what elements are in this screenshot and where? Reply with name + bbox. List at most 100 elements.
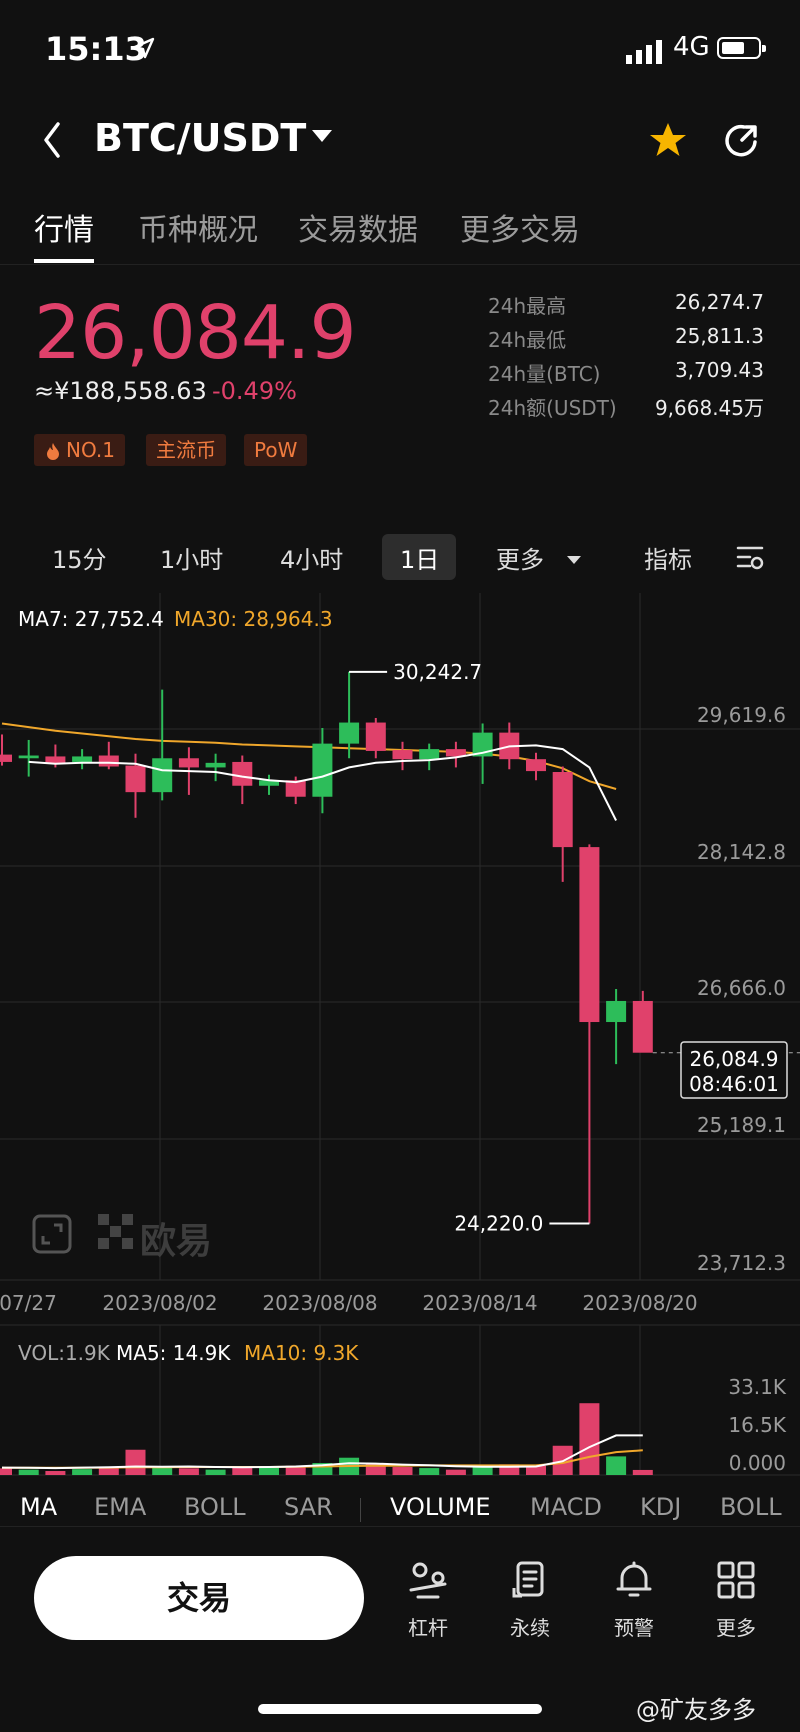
volume-tick-label: 0.000 (729, 1451, 786, 1475)
y-tick-label: 29,619.6 (697, 703, 786, 727)
chart-watermark: 欧易 (140, 1221, 213, 1262)
indicator-boll-sub[interactable]: BOLL (720, 1493, 782, 1521)
divider (0, 264, 800, 265)
indicator-ma[interactable]: MA (20, 1493, 57, 1521)
tab-more-trades[interactable]: 更多交易 (460, 205, 580, 249)
stat-label: 24h量(BTC) (488, 362, 601, 386)
legend-ma30: MA30: 28,964.3 (174, 607, 333, 631)
nav-more[interactable]: 更多 (696, 1560, 776, 1641)
candle-body (232, 761, 253, 786)
indicator-sar[interactable]: SAR (284, 1493, 333, 1521)
price-change: -0.49% (212, 377, 297, 405)
margin-icon (409, 1562, 447, 1599)
volume-bar (152, 1467, 173, 1475)
legend-ma7: MA7: 27,752.4 (18, 607, 164, 631)
stat-value: 9,668.45万 (654, 396, 764, 420)
timeframe-15m[interactable]: 15分 (52, 540, 107, 575)
volume-bar (0, 1468, 12, 1475)
badge-mainstream: 主流币 (146, 434, 226, 466)
badge-rank: NO.1 (34, 434, 125, 466)
pair-selector[interactable]: BTC/USDT (94, 116, 306, 160)
stat-label: 24h最高 (488, 294, 567, 318)
last-price-box-price: 26,084.9 (689, 1047, 778, 1071)
caret-down-icon[interactable] (566, 555, 582, 565)
chart-settings-icon[interactable] (736, 544, 766, 572)
y-tick-label: 23,712.3 (697, 1251, 786, 1275)
candle-body (98, 755, 119, 767)
network-label: 4G (673, 32, 710, 62)
expand-icon[interactable] (32, 1214, 72, 1254)
volume-bar (445, 1469, 466, 1475)
grid-icon (717, 1561, 755, 1599)
volume-bar (125, 1449, 146, 1475)
battery-icon (717, 37, 766, 59)
volume-bar (606, 1456, 627, 1475)
legend-vol-ma5: MA5: 14.9K (116, 1341, 231, 1365)
legend-vol: VOL:1.9K (18, 1341, 110, 1365)
candle-body (606, 1000, 627, 1023)
location-arrow-icon (133, 37, 155, 59)
candle-body (72, 756, 93, 762)
indicator-kdj[interactable]: KDJ (640, 1493, 681, 1521)
nav-label: 永续 (510, 1616, 550, 1640)
volume-bar (178, 1468, 199, 1475)
timeframe-1d[interactable]: 1日 (400, 540, 439, 575)
volume-bar (632, 1469, 653, 1475)
stat-value: 25,811.3 (674, 324, 764, 348)
volume-tick-label: 16.5K (728, 1413, 787, 1437)
candle-body (365, 722, 386, 751)
candle-body (178, 758, 199, 768)
nav-margin[interactable]: 杠杆 (388, 1560, 468, 1641)
nav-alert[interactable]: 预警 (594, 1560, 674, 1641)
timeframe-4h[interactable]: 4小时 (280, 540, 343, 575)
badge-pow: PoW (244, 434, 308, 466)
timeframe-1h[interactable]: 1小时 (160, 540, 223, 575)
okx-logo-icon (98, 1214, 133, 1249)
x-tick-label: 2023/08/08 (262, 1291, 377, 1315)
volume-bar (579, 1403, 600, 1475)
indicator-boll[interactable]: BOLL (184, 1493, 246, 1521)
candle-body (632, 1000, 653, 1053)
share-icon[interactable] (722, 120, 762, 160)
nav-perpetual[interactable]: 永续 (490, 1560, 570, 1641)
y-tick-label: 28,142.8 (697, 840, 786, 864)
indicators-button[interactable]: 指标 (644, 540, 692, 575)
indicator-volume[interactable]: VOLUME (390, 1493, 491, 1521)
indicator-separator (360, 1498, 361, 1522)
tab-trade-data[interactable]: 交易数据 (298, 205, 418, 249)
nav-label: 更多 (716, 1616, 756, 1640)
candle-body (339, 722, 360, 744)
low-label: 24,220.0 (454, 1212, 543, 1236)
timeframe-more[interactable]: 更多 (496, 540, 544, 575)
volume-bar (72, 1469, 93, 1475)
trade-button[interactable]: 交易 (34, 1556, 364, 1640)
divider (0, 1526, 800, 1527)
candle-body (205, 762, 226, 768)
indicator-macd[interactable]: MACD (530, 1493, 602, 1521)
stat-value: 26,274.7 (674, 290, 764, 314)
x-tick-label: 07/27 (0, 1291, 57, 1315)
indicator-ema[interactable]: EMA (94, 1493, 146, 1521)
candle-body (526, 759, 546, 772)
legend-vol-ma10: MA10: 9.3K (244, 1341, 359, 1365)
x-tick-label: 2023/08/14 (422, 1291, 537, 1315)
candle-body (579, 847, 600, 1023)
badge-label: NO.1 (66, 438, 115, 462)
candle-body (312, 743, 333, 797)
high-label: 30,242.7 (393, 660, 482, 684)
star-icon[interactable] (648, 120, 688, 160)
candle-body (392, 750, 413, 760)
back-icon[interactable] (40, 120, 64, 160)
tab-market[interactable]: 行情 (34, 205, 94, 249)
home-indicator[interactable] (258, 1704, 542, 1714)
nav-label: 杠杆 (408, 1616, 448, 1640)
volume-bar (45, 1471, 66, 1475)
tab-overview[interactable]: 币种概况 (138, 205, 258, 249)
candle-body (18, 755, 39, 759)
perpetual-icon (512, 1561, 544, 1598)
caret-down-icon[interactable] (310, 128, 334, 144)
tab-underline (34, 259, 94, 263)
last-price-box-time: 08:46:01 (689, 1072, 779, 1096)
corner-watermark: @矿友多多 (636, 1696, 756, 1724)
stat-label: 24h额(USDT) (488, 396, 617, 420)
